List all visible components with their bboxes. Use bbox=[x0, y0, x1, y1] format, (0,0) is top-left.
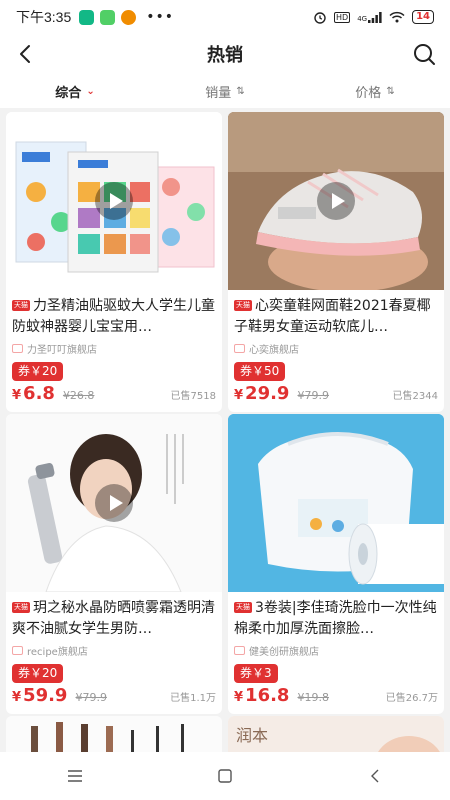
product-image[interactable] bbox=[6, 112, 222, 290]
product-title: 天猫 心奕童鞋网面鞋2021春夏椰子鞋男女童运动软底儿… bbox=[228, 290, 444, 338]
shop-icon bbox=[234, 645, 245, 655]
price: 59.9 bbox=[23, 685, 68, 706]
currency-symbol: ¥ bbox=[234, 388, 244, 403]
shop-icon bbox=[234, 343, 245, 353]
sold-count: 已售2344 bbox=[392, 391, 438, 402]
app-notification-icon bbox=[79, 9, 95, 25]
product-image[interactable]: 润本 bbox=[228, 716, 444, 752]
original-price: ¥19.8 bbox=[297, 691, 329, 704]
product-image[interactable] bbox=[228, 414, 444, 592]
sort-toggle-icon: ⇅ bbox=[386, 85, 395, 97]
shop-row[interactable]: recipe旗舰店 bbox=[6, 640, 222, 658]
original-price: ¥26.8 bbox=[62, 389, 95, 402]
more-notifications-icon: ••• bbox=[146, 9, 175, 25]
play-icon[interactable] bbox=[317, 182, 355, 220]
shop-icon bbox=[12, 645, 23, 655]
price: 16.8 bbox=[245, 685, 290, 706]
shop-name: 力圣叮叮旗舰店 bbox=[27, 344, 97, 356]
brand-text: 润本 bbox=[236, 726, 269, 745]
coupon-badge[interactable]: 券￥50 bbox=[234, 362, 286, 381]
product-card[interactable]: 天猫 力圣精油贴驱蚊大人学生儿童防蚊神器婴儿宝宝用… 力圣叮叮旗舰店 券￥20 ¥… bbox=[6, 112, 222, 412]
signal-label: 4G bbox=[357, 14, 368, 23]
play-icon[interactable] bbox=[95, 484, 133, 522]
product-title: 天猫 3卷装|李佳琦洗脸巾一次性纯棉柔巾加厚洗面擦脸… bbox=[228, 592, 444, 640]
product-card[interactable]: 天猫 玥之秘水晶防晒喷雾霜透明清爽不油腻女学生男防… recipe旗舰店 券￥20… bbox=[6, 414, 222, 714]
status-right: HD 4G 14 bbox=[313, 10, 434, 24]
original-price: ¥79.9 bbox=[297, 389, 329, 402]
tmall-badge: 天猫 bbox=[234, 602, 252, 613]
status-bar: 下午3:35 ••• HD 4G 14 bbox=[0, 0, 450, 34]
product-title-text: 3卷装|李佳琦洗脸巾一次性纯棉柔巾加厚洗面擦脸… bbox=[234, 600, 437, 637]
hd-icon: HD bbox=[334, 11, 351, 23]
product-title-text: 心奕童鞋网面鞋2021春夏椰子鞋男女童运动软底儿… bbox=[234, 298, 431, 335]
original-price: ¥79.9 bbox=[75, 691, 107, 704]
product-card[interactable]: 天猫 3卷装|李佳琦洗脸巾一次性纯棉柔巾加厚洗面擦脸… 健美创研旗舰店 券￥3 ¥… bbox=[228, 414, 444, 714]
product-image[interactable] bbox=[6, 414, 222, 592]
sort-label: 价格 bbox=[355, 85, 382, 101]
alarm-icon bbox=[314, 12, 326, 24]
tmall-badge: 天猫 bbox=[12, 602, 30, 613]
sold-count: 已售7518 bbox=[170, 391, 216, 402]
play-icon[interactable] bbox=[95, 182, 133, 220]
baby-image bbox=[378, 736, 440, 752]
chevron-down-icon: ⌄ bbox=[86, 85, 95, 97]
product-image[interactable] bbox=[6, 716, 222, 752]
sort-label: 综合 bbox=[55, 85, 82, 101]
wifi-icon bbox=[389, 11, 405, 23]
currency-symbol: ¥ bbox=[12, 388, 22, 403]
price-row: ¥ 16.8 ¥19.8 已售26.7万 bbox=[228, 683, 444, 714]
product-title: 天猫 力圣精油贴驱蚊大人学生儿童防蚊神器婴儿宝宝用… bbox=[6, 290, 222, 338]
sold-count: 已售26.7万 bbox=[385, 693, 438, 704]
currency-symbol: ¥ bbox=[234, 690, 244, 705]
price-row: ¥ 29.9 ¥79.9 已售2344 bbox=[228, 381, 444, 412]
back-arrow-icon[interactable] bbox=[12, 40, 40, 68]
signal-icon: 4G bbox=[357, 11, 382, 23]
product-card[interactable]: 天猫 心奕童鞋网面鞋2021春夏椰子鞋男女童运动软底儿… 心奕旗舰店 券￥50 ¥… bbox=[228, 112, 444, 412]
price: 29.9 bbox=[245, 383, 290, 404]
signal-bars-icon bbox=[368, 11, 382, 23]
price-row: ¥ 59.9 ¥79.9 已售1.1万 bbox=[6, 683, 222, 714]
sort-sales[interactable]: 销量 ⇅ bbox=[150, 82, 300, 101]
price: 6.8 bbox=[23, 383, 55, 404]
face-towel-image bbox=[228, 414, 444, 592]
sort-label: 销量 bbox=[205, 85, 232, 101]
system-nav-bar bbox=[0, 752, 450, 800]
page-title: 热销 bbox=[207, 45, 243, 66]
shop-name: 健美创研旗舰店 bbox=[249, 646, 319, 658]
product-title: 天猫 玥之秘水晶防晒喷雾霜透明清爽不油腻女学生男防… bbox=[6, 592, 222, 640]
sort-bar: 综合 ⌄ 销量 ⇅ 价格 ⇅ bbox=[0, 74, 450, 108]
sort-price[interactable]: 价格 ⇅ bbox=[300, 82, 450, 101]
status-time: 下午3:35 bbox=[16, 9, 72, 25]
shop-icon bbox=[12, 343, 23, 353]
price-row: ¥ 6.8 ¥26.8 已售7518 bbox=[6, 381, 222, 412]
tmall-badge: 天猫 bbox=[234, 300, 252, 311]
menu-icon[interactable] bbox=[55, 761, 95, 791]
coupon-badge[interactable]: 券￥20 bbox=[12, 664, 64, 683]
shop-name: recipe旗舰店 bbox=[27, 646, 88, 658]
back-triangle-icon[interactable] bbox=[355, 761, 395, 791]
wechat-notification-icon bbox=[100, 9, 116, 25]
shop-row[interactable]: 心奕旗舰店 bbox=[228, 338, 444, 356]
battery-icon: 14 bbox=[412, 10, 434, 24]
product-card[interactable] bbox=[6, 716, 222, 752]
header: 热销 bbox=[0, 34, 450, 74]
coupon-badge[interactable]: 券￥20 bbox=[12, 362, 64, 381]
shop-name: 心奕旗舰店 bbox=[249, 344, 299, 356]
product-card[interactable]: 润本 bbox=[228, 716, 444, 752]
product-title-text: 力圣精油贴驱蚊大人学生儿童防蚊神器婴儿宝宝用… bbox=[12, 298, 215, 335]
tmall-badge: 天猫 bbox=[12, 300, 30, 311]
weibo-notification-icon bbox=[121, 9, 137, 25]
sort-toggle-icon: ⇅ bbox=[236, 85, 245, 97]
product-image[interactable] bbox=[228, 112, 444, 290]
coupon-badge[interactable]: 券￥3 bbox=[234, 664, 278, 683]
product-grid: 天猫 力圣精油贴驱蚊大人学生儿童防蚊神器婴儿宝宝用… 力圣叮叮旗舰店 券￥20 ¥… bbox=[6, 112, 444, 752]
sort-comprehensive[interactable]: 综合 ⌄ bbox=[0, 82, 150, 101]
shop-row[interactable]: 力圣叮叮旗舰店 bbox=[6, 338, 222, 356]
home-square-icon[interactable] bbox=[205, 761, 245, 791]
product-title-text: 玥之秘水晶防晒喷雾霜透明清爽不油腻女学生男防… bbox=[12, 600, 215, 637]
search-icon[interactable] bbox=[410, 40, 438, 68]
shop-row[interactable]: 健美创研旗舰店 bbox=[228, 640, 444, 658]
sold-count: 已售1.1万 bbox=[170, 693, 216, 704]
currency-symbol: ¥ bbox=[12, 690, 22, 705]
